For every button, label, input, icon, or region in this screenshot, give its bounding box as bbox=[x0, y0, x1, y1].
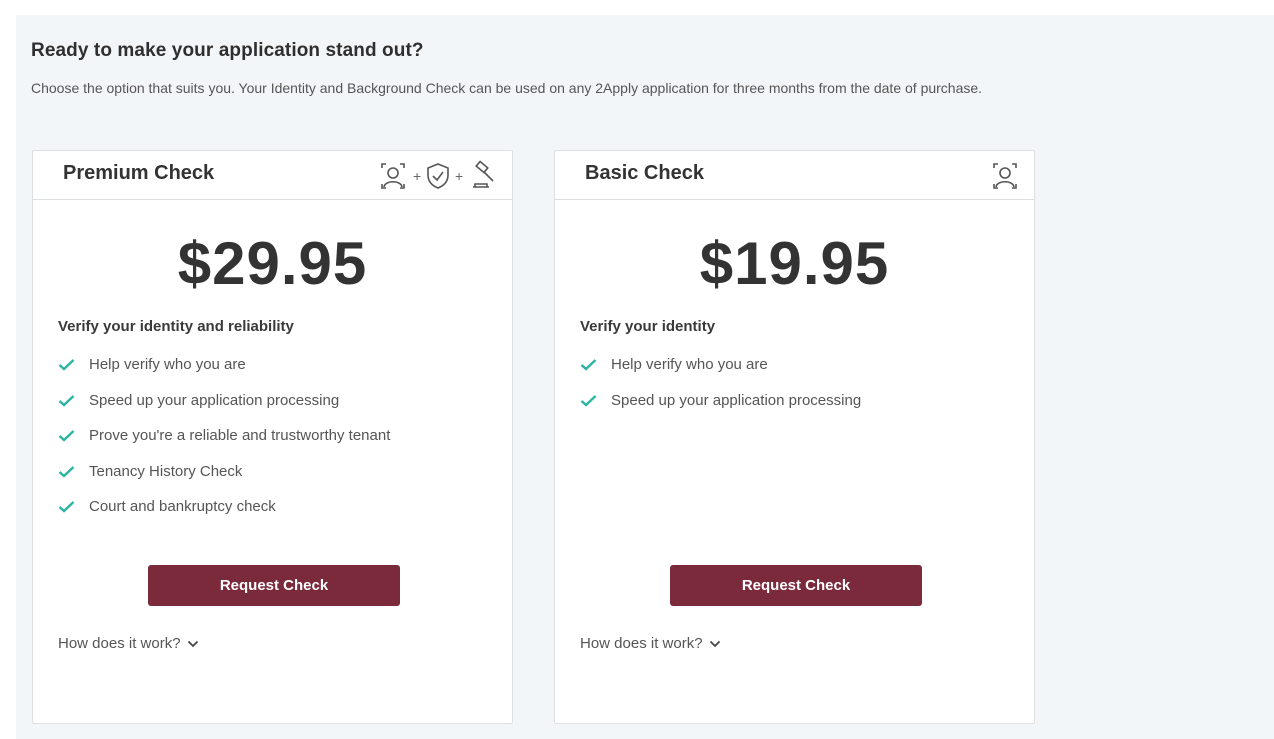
request-check-button[interactable]: Request Check bbox=[148, 565, 400, 606]
id-badge-icon bbox=[376, 159, 410, 193]
check-icon bbox=[58, 465, 89, 478]
feature-label: Prove you're a reliable and trustworthy … bbox=[89, 427, 391, 445]
feature-label: Court and bankruptcy check bbox=[89, 498, 276, 516]
card-title: Basic Check bbox=[585, 162, 704, 184]
chevron-down-icon bbox=[709, 635, 721, 652]
check-icon bbox=[58, 429, 89, 442]
feature-list: Help verify who you are Speed up your ap… bbox=[58, 347, 390, 525]
gavel-icon bbox=[466, 159, 500, 193]
price: $29.95 bbox=[177, 230, 368, 297]
feature-title: Verify your identity bbox=[580, 318, 716, 335]
section-description: Choose the option that suits you. Your I… bbox=[31, 80, 983, 96]
list-item: Speed up your application processing bbox=[580, 383, 861, 419]
basic-check-card: Basic Check $19.95 Verify your identity … bbox=[554, 150, 1035, 724]
card-icons: + + bbox=[376, 159, 500, 193]
feature-label: Help verify who you are bbox=[89, 356, 246, 374]
check-icon bbox=[580, 358, 611, 371]
price: $19.95 bbox=[699, 230, 890, 297]
feature-label: Speed up your application processing bbox=[611, 391, 862, 409]
list-item: Tenancy History Check bbox=[58, 454, 390, 490]
check-icon bbox=[580, 394, 611, 407]
request-check-button[interactable]: Request Check bbox=[670, 565, 922, 606]
card-icons bbox=[988, 159, 1022, 193]
card-header: Premium Check + + bbox=[33, 151, 512, 200]
how-label: How does it work? bbox=[580, 635, 703, 652]
list-item: Speed up your application processing bbox=[58, 383, 390, 419]
section-heading: Ready to make your application stand out… bbox=[31, 40, 424, 61]
how-label: How does it work? bbox=[58, 635, 181, 652]
feature-label: Tenancy History Check bbox=[89, 462, 243, 480]
list-item: Help verify who you are bbox=[580, 347, 861, 383]
card-title: Premium Check bbox=[63, 162, 215, 184]
card-header: Basic Check bbox=[555, 151, 1034, 200]
list-item: Court and bankruptcy check bbox=[58, 489, 390, 525]
premium-check-card: Premium Check + + $29.95 Verify your ide… bbox=[32, 150, 513, 724]
feature-list: Help verify who you are Speed up your ap… bbox=[580, 347, 861, 418]
feature-label: Help verify who you are bbox=[611, 356, 768, 374]
feature-label: Speed up your application processing bbox=[89, 391, 340, 409]
check-icon bbox=[58, 358, 89, 371]
how-does-it-work-toggle[interactable]: How does it work? bbox=[580, 635, 721, 652]
check-icon bbox=[58, 500, 89, 513]
plus-sign: + bbox=[455, 168, 464, 184]
list-item: Help verify who you are bbox=[58, 347, 390, 383]
chevron-down-icon bbox=[187, 635, 199, 652]
check-icon bbox=[58, 394, 89, 407]
feature-title: Verify your identity and reliability bbox=[58, 318, 294, 335]
list-item: Prove you're a reliable and trustworthy … bbox=[58, 418, 390, 454]
id-badge-icon bbox=[988, 159, 1022, 193]
how-does-it-work-toggle[interactable]: How does it work? bbox=[58, 635, 199, 652]
plus-sign: + bbox=[413, 168, 422, 184]
shield-check-icon bbox=[424, 161, 452, 191]
